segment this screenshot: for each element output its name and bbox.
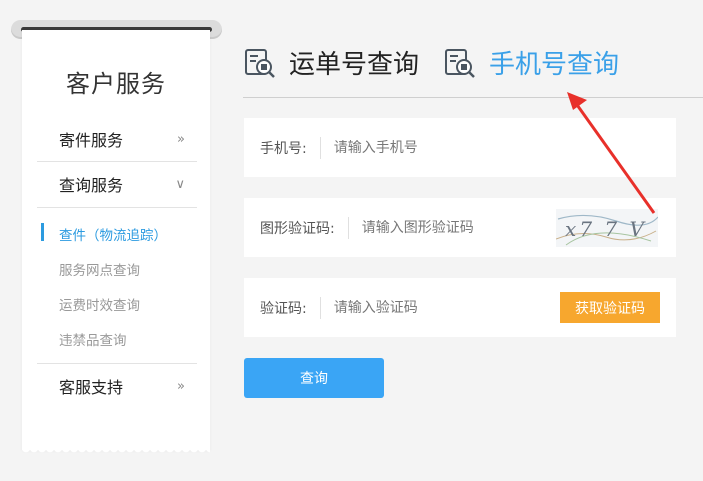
captcha-row: 图形验证码: x7 7 V (244, 198, 676, 257)
sub-item-freight[interactable]: 运费时效查询 (59, 294, 140, 314)
tab-label: 手机号查询 (489, 49, 620, 80)
sidebar-title: 客户服务 (66, 70, 166, 98)
field-separator (347, 216, 349, 239)
phone-label: 手机号: (260, 140, 307, 157)
phone-input[interactable] (333, 139, 524, 156)
chevron-down-icon: ∨ (175, 176, 185, 192)
sidebar-item-label: 客服支持 (59, 378, 124, 397)
field-separator (319, 136, 321, 159)
tab-label: 运单号查询 (289, 49, 420, 80)
sub-item-prohibited[interactable]: 违禁品查询 (59, 329, 127, 349)
waybill-search-icon (245, 49, 275, 78)
phone-search-icon (445, 49, 475, 78)
sidebar-item-query[interactable]: 查询服务 ∨ (37, 161, 197, 207)
get-code-button[interactable]: 获取验证码 (560, 292, 660, 323)
sidebar-divider (37, 207, 197, 208)
tab-waybill[interactable]: 运单号查询 (243, 40, 419, 84)
receipt-edge (22, 448, 210, 454)
sidebar-item-support[interactable]: 客服支持 » (37, 363, 197, 409)
phone-row: 手机号: (244, 118, 676, 177)
sidebar-item-label: 查询服务 (59, 176, 124, 195)
sms-row: 验证码: 获取验证码 (244, 278, 676, 337)
tab-underline (243, 97, 703, 98)
sidebar: 客户服务 寄件服务 » 查询服务 ∨ 查件（物流追踪） 服务网点查询 运费时效查… (22, 30, 210, 450)
captcha-text: x7 7 V (565, 217, 647, 241)
sub-item-outlets[interactable]: 服务网点查询 (59, 259, 140, 279)
captcha-input[interactable] (361, 219, 552, 236)
sidebar-item-shipping[interactable]: 寄件服务 » (37, 116, 197, 162)
field-separator (319, 296, 321, 319)
query-button[interactable]: 查询 (244, 358, 384, 398)
captcha-label: 图形验证码: (260, 220, 335, 237)
tab-phone[interactable]: 手机号查询 (443, 40, 619, 84)
active-indicator (41, 223, 44, 241)
sub-item-track[interactable]: 查件（物流追踪） (59, 224, 167, 244)
double-chevron-right-icon: » (177, 131, 185, 147)
captcha-image[interactable]: x7 7 V (556, 209, 658, 247)
sidebar-item-label: 寄件服务 (59, 131, 124, 150)
sms-label: 验证码: (260, 300, 307, 317)
double-chevron-right-icon: » (177, 378, 185, 394)
sms-code-input[interactable] (333, 299, 524, 316)
